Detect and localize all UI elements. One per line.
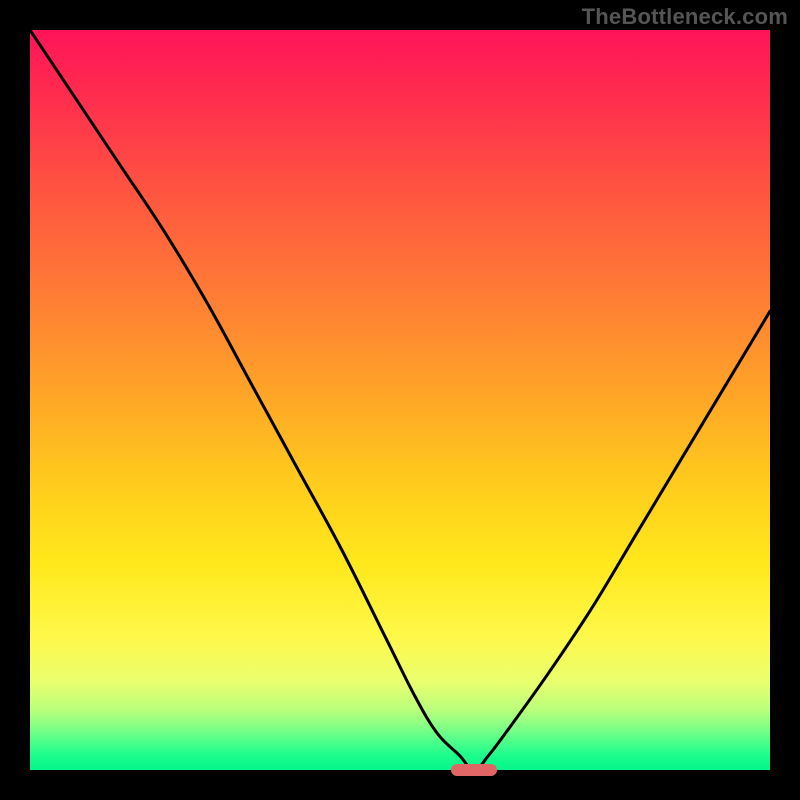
plot-area [30, 30, 770, 770]
chart-frame: TheBottleneck.com [0, 0, 800, 800]
attribution-text: TheBottleneck.com [582, 4, 788, 30]
bottleneck-curve-path [30, 30, 770, 770]
bottleneck-curve-svg [30, 30, 770, 770]
optimum-marker [451, 764, 497, 776]
